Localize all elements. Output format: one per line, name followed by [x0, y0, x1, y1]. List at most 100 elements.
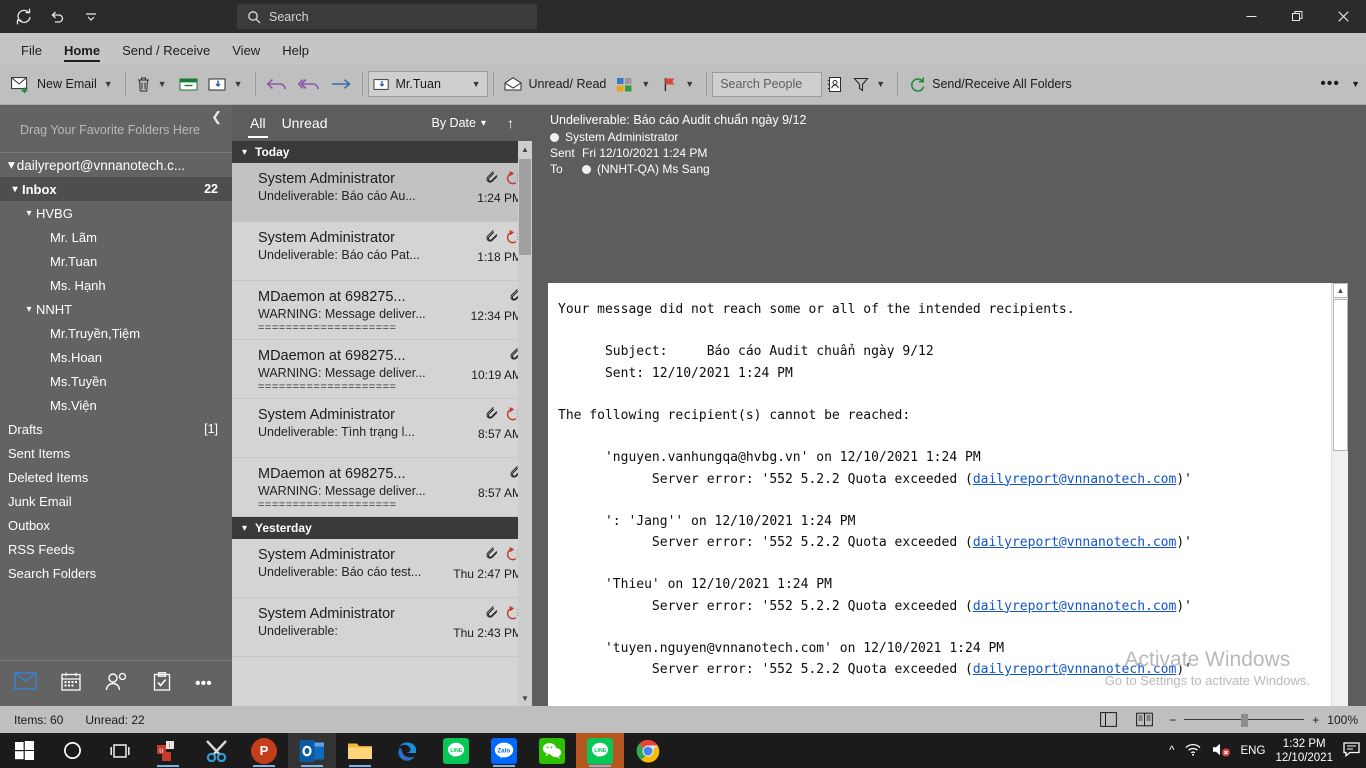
chevron-down-icon[interactable]: ▼	[683, 79, 696, 89]
scrollbar-thumb[interactable]	[1333, 299, 1348, 451]
message-group-header[interactable]: ▾ Today	[232, 141, 532, 163]
email-address-link[interactable]: dailyreport@vnnanotech.com	[973, 662, 1177, 677]
message-group-header[interactable]: ▾ Yesterday	[232, 517, 532, 539]
show-hidden-icons-button[interactable]: ^	[1169, 745, 1174, 757]
email-address-link[interactable]: dailyreport@vnnanotech.com	[973, 535, 1177, 550]
tasks-module-icon[interactable]	[153, 671, 171, 696]
ribbon-collapse-icon[interactable]: ▼	[1351, 79, 1360, 89]
calendar-module-icon[interactable]	[61, 672, 81, 696]
scroll-down-arrow-icon[interactable]: ▼	[518, 690, 532, 706]
tab-help[interactable]: Help	[271, 40, 320, 64]
follow-up-button[interactable]: ▼	[657, 69, 701, 99]
sidebar-folder-ms-h-nh[interactable]: Ms. Hạnh	[0, 273, 232, 297]
zalo-icon[interactable]: Zalo	[480, 733, 528, 768]
filter-tab-all[interactable]: All	[242, 105, 274, 141]
customize-quick-access-toolbar-icon[interactable]	[76, 4, 106, 30]
chevron-down-icon[interactable]: ▼	[874, 79, 887, 89]
archive-button[interactable]	[174, 69, 203, 99]
reply-button[interactable]	[261, 69, 293, 99]
sidebar-folder-deleted-items[interactable]: Deleted Items	[0, 465, 232, 489]
reading-view-button[interactable]	[1133, 710, 1155, 730]
edge-icon[interactable]	[384, 733, 432, 768]
network-icon[interactable]	[1185, 742, 1202, 759]
sidebar-folder-rss-feeds[interactable]: RSS Feeds	[0, 537, 232, 561]
sidebar-folder-ms-vi-n[interactable]: Ms.Viện	[0, 393, 232, 417]
account-node[interactable]: ▾ dailyreport@vnnanotech.c...	[0, 153, 232, 177]
sidebar-folder-inbox[interactable]: ▾ Inbox 22	[0, 177, 232, 201]
sort-by-dropdown[interactable]: By Date ▾	[432, 116, 487, 130]
sidebar-folder-outbox[interactable]: Outbox	[0, 513, 232, 537]
zoom-in-button[interactable]: +	[1312, 713, 1319, 727]
sidebar-folder-nnht[interactable]: ▾ NNHT	[0, 297, 232, 321]
message-list-item[interactable]: System Administrator Undeliverable: Báo c…	[232, 539, 532, 598]
people-module-icon[interactable]	[105, 672, 129, 696]
zoom-out-button[interactable]: −	[1169, 713, 1176, 727]
sidebar-folder-mr-tuan[interactable]: Mr.Tuan	[0, 249, 232, 273]
tab-home[interactable]: Home	[53, 40, 111, 64]
volume-muted-icon[interactable]	[1212, 742, 1231, 760]
more-modules-icon[interactable]: •••	[195, 675, 212, 693]
line-icon[interactable]: LINE	[432, 733, 480, 768]
message-list-item[interactable]: MDaemon at 698275... WARNING: Message del…	[232, 340, 532, 399]
undo-icon[interactable]	[42, 4, 72, 30]
search-people-input[interactable]: Search People	[712, 71, 823, 97]
message-list-item[interactable]: System Administrator Undeliverable: Thu 2:…	[232, 598, 532, 657]
message-list-item[interactable]: System Administrator Undeliverable: Báo c…	[232, 222, 532, 281]
sidebar-folder-hvbg[interactable]: ▾ HVBG	[0, 201, 232, 225]
message-list-item[interactable]: MDaemon at 698275... WARNING: Message del…	[232, 458, 532, 517]
sort-direction-icon[interactable]: ↑	[507, 115, 514, 131]
zoom-slider[interactable]	[1184, 713, 1305, 727]
sidebar-folder-drafts[interactable]: Drafts [1]	[0, 417, 232, 441]
collapse-folder-pane-icon[interactable]: ❮	[211, 109, 222, 125]
move-button[interactable]: ▼	[203, 69, 250, 99]
unread-read-button[interactable]: Unread/ Read	[499, 69, 612, 99]
file-explorer-icon[interactable]	[336, 733, 384, 768]
filter-tab-unread[interactable]: Unread	[274, 105, 336, 141]
action-center-icon[interactable]	[1343, 741, 1360, 760]
start-button[interactable]	[0, 733, 48, 768]
minimize-button[interactable]	[1228, 0, 1274, 33]
tab-view[interactable]: View	[221, 40, 271, 64]
chevron-down-icon[interactable]: ▾	[22, 208, 36, 219]
email-address-link[interactable]: dailyreport@vnnanotech.com	[973, 599, 1177, 614]
chevron-down-icon[interactable]: ▾	[242, 523, 247, 534]
powerpoint-icon[interactable]: P	[240, 733, 288, 768]
sidebar-folder-sent-items[interactable]: Sent Items	[0, 441, 232, 465]
chevron-down-icon[interactable]: ▼	[232, 79, 245, 89]
line-active-icon[interactable]: LINE	[576, 733, 624, 768]
chevron-down-icon[interactable]: ▾	[8, 157, 15, 173]
message-list-item[interactable]: System Administrator Undeliverable: Báo c…	[232, 163, 532, 222]
message-list-scrollbar[interactable]: ▲ ▼	[518, 141, 532, 706]
scroll-up-arrow-icon[interactable]: ▲	[518, 141, 532, 157]
send-receive-all-icon[interactable]	[8, 4, 38, 30]
task-view-icon[interactable]	[96, 733, 144, 768]
cortana-search-icon[interactable]	[48, 733, 96, 768]
delete-button[interactable]: ▼	[131, 69, 174, 99]
sidebar-folder-ms-tuy-n[interactable]: Ms.Tuyền	[0, 369, 232, 393]
chevron-down-icon[interactable]: ▼	[639, 79, 652, 89]
sidebar-folder-junk-email[interactable]: Junk Email	[0, 489, 232, 513]
forward-button[interactable]	[325, 69, 357, 99]
outlook-icon[interactable]	[288, 733, 336, 768]
ribbon-overflow-button[interactable]: •••	[1320, 75, 1340, 93]
mail-module-icon[interactable]	[14, 672, 37, 695]
sidebar-folder-ms-hoan[interactable]: Ms.Hoan	[0, 345, 232, 369]
search-bar[interactable]: Search	[237, 4, 537, 29]
chevron-down-icon[interactable]: ▼	[102, 79, 115, 89]
close-button[interactable]	[1320, 0, 1366, 33]
chevron-down-icon[interactable]: ▾	[22, 304, 36, 315]
zoom-level-label[interactable]: 100%	[1327, 713, 1358, 727]
address-book-button[interactable]	[822, 69, 848, 99]
filter-email-button[interactable]: ▼	[848, 69, 892, 99]
chevron-down-icon[interactable]: ▼	[470, 79, 483, 89]
reply-all-button[interactable]	[293, 69, 325, 99]
message-list-item[interactable]: System Administrator Undeliverable: Tình …	[232, 399, 532, 458]
tab-send-receive[interactable]: Send / Receive	[111, 40, 221, 64]
send-receive-all-folders-button[interactable]: Send/Receive All Folders	[903, 69, 1077, 99]
chevron-down-icon[interactable]: ▼	[156, 79, 169, 89]
normal-view-button[interactable]	[1097, 710, 1119, 730]
message-list-item[interactable]: MDaemon at 698275... WARNING: Message del…	[232, 281, 532, 340]
scrollbar-thumb[interactable]	[519, 159, 531, 255]
scroll-up-arrow-icon[interactable]: ▲	[1333, 283, 1348, 298]
wechat-icon[interactable]	[528, 733, 576, 768]
